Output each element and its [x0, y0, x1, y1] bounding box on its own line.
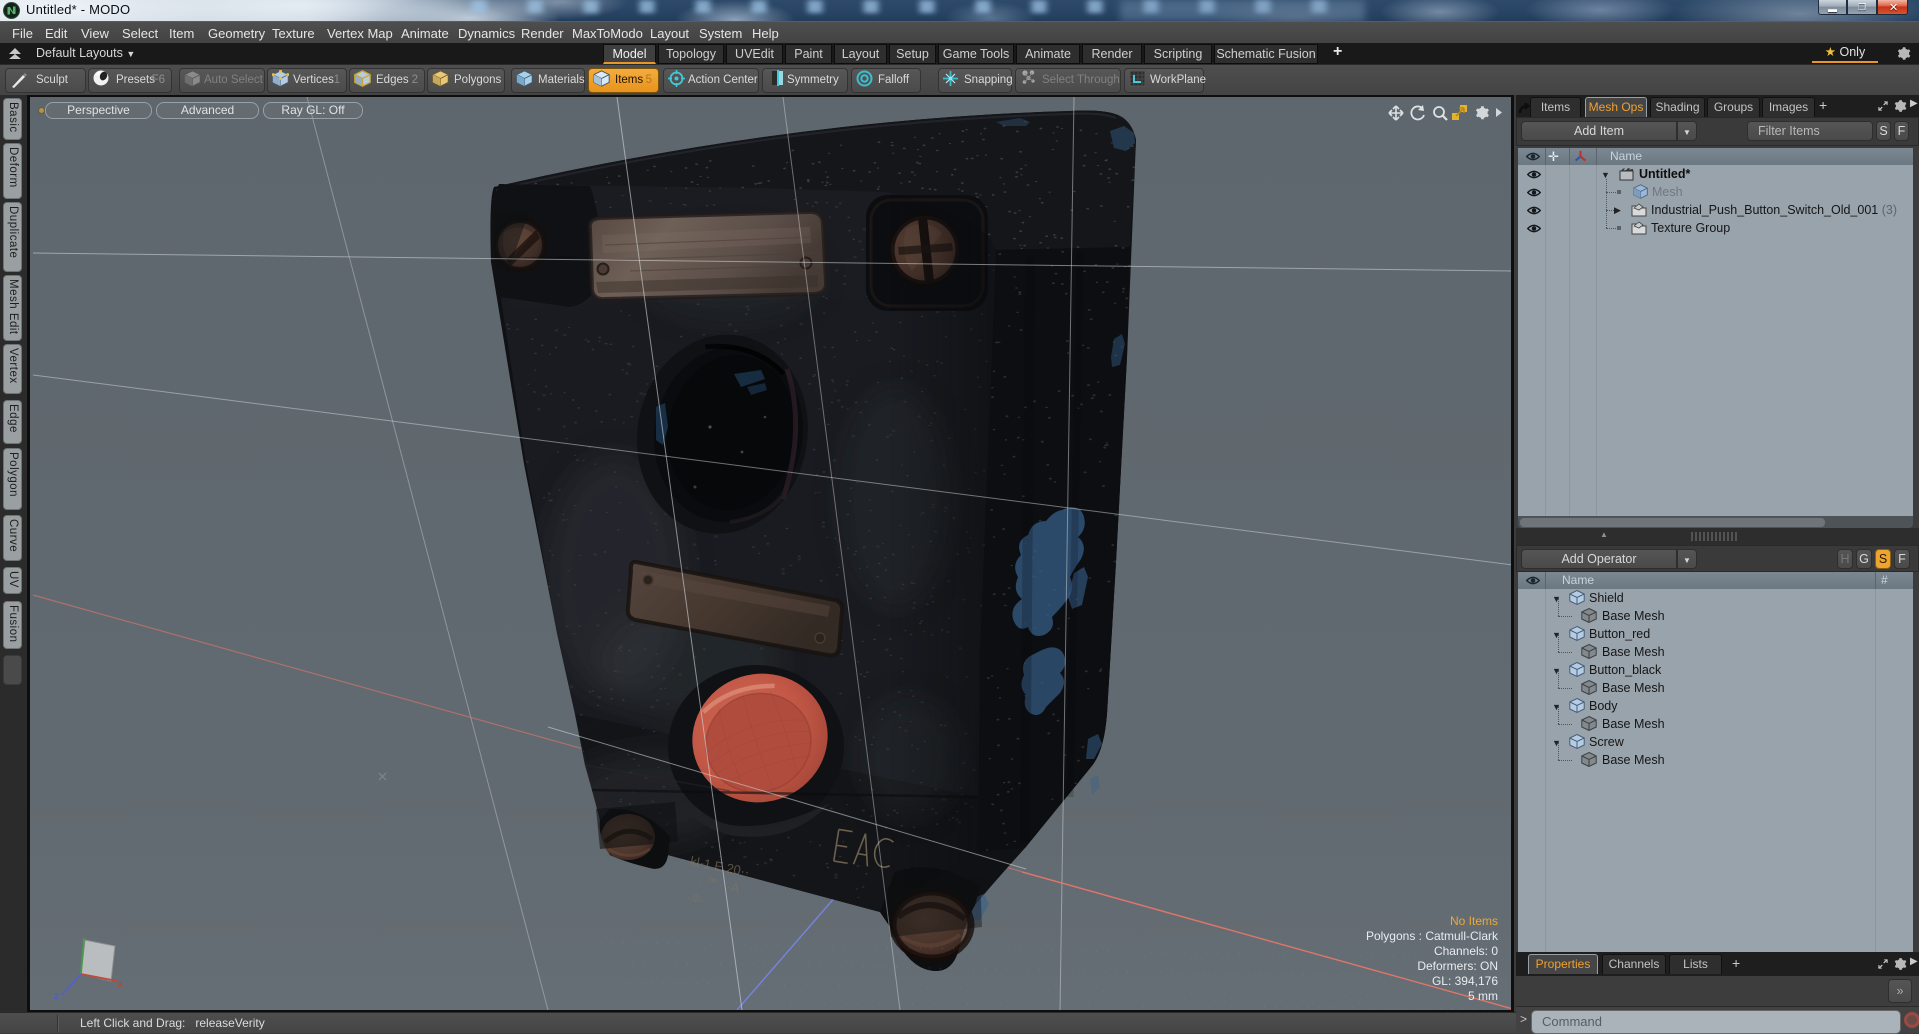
svg-text:x: x [118, 979, 123, 990]
svg-text:z: z [54, 991, 59, 1002]
